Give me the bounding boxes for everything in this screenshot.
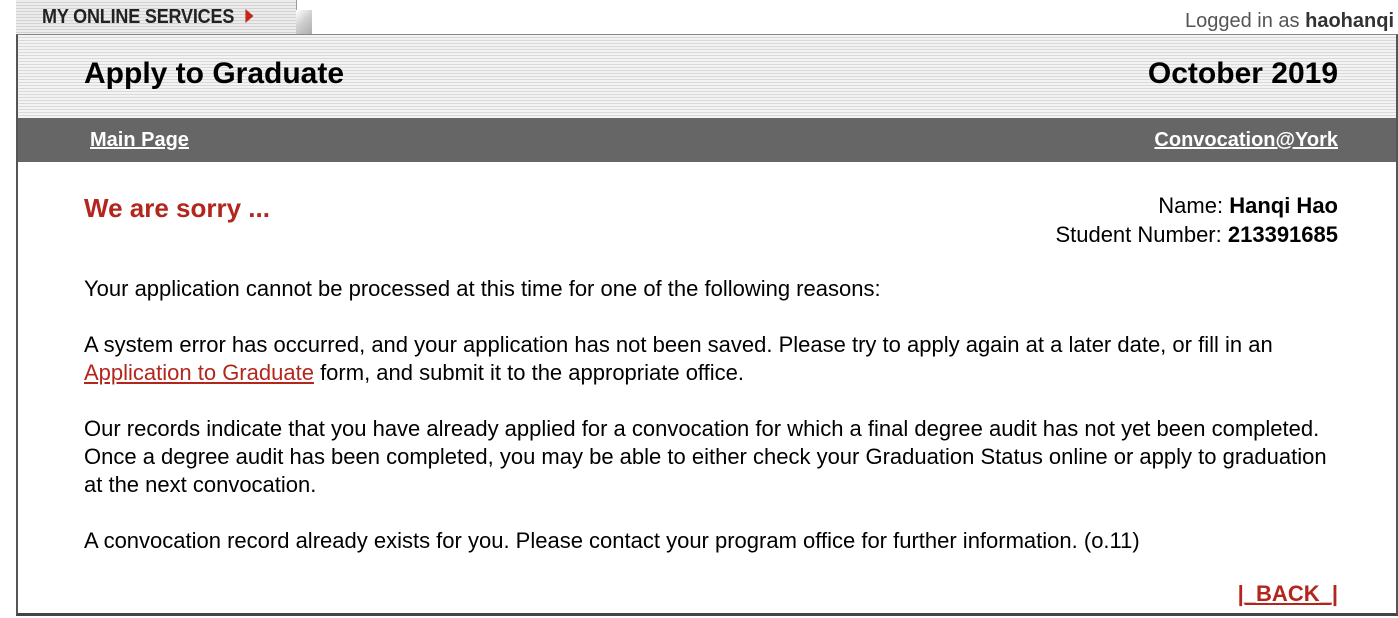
tab-fold-corner [296, 10, 312, 36]
back-link[interactable]: |_BACK_| [1238, 581, 1338, 607]
message-intro: Your application cannot be processed at … [84, 276, 881, 301]
student-name: Hanqi Hao [1229, 193, 1338, 218]
student-name-label: Name: [1158, 193, 1224, 218]
message-reason-system-error: A system error has occurred, and your ap… [84, 331, 1344, 387]
student-number-row: Student Number: 213391685 [1055, 220, 1338, 249]
reason1-text-before: A system error has occurred, and your ap… [84, 332, 1273, 357]
student-name-row: Name: Hanqi Hao [1055, 191, 1338, 220]
convocation-york-link[interactable]: Convocation@York [1154, 129, 1338, 152]
triangle-right-icon [244, 8, 254, 23]
student-info: Name: Hanqi Hao Student Number: 21339168… [1055, 191, 1338, 249]
page-date: October 2019 [1147, 57, 1338, 90]
message-reason-existing-record: A convocation record already exists for … [84, 528, 1140, 553]
main-panel: Apply to Graduate October 2019 Main Page… [16, 34, 1398, 616]
message-reason-pending-audit: Our records indicate that you have alrea… [84, 416, 1327, 497]
my-online-services-tab[interactable]: MY ONLINE SERVICES [16, 0, 312, 36]
application-to-graduate-link[interactable]: Application to Graduate [84, 360, 314, 385]
nav-bar: Main Page Convocation@York [18, 118, 1396, 162]
header-band: Apply to Graduate October 2019 [18, 35, 1396, 118]
error-heading: We are sorry ... [84, 193, 270, 223]
logged-in-username: haohanqi [1305, 10, 1394, 32]
tab-label: MY ONLINE SERVICES [42, 6, 235, 28]
page-title: Apply to Graduate [84, 57, 345, 90]
main-page-link[interactable]: Main Page [90, 129, 189, 152]
reason1-text-after: form, and submit it to the appropriate o… [320, 360, 744, 385]
student-number: 213391685 [1227, 222, 1338, 247]
student-number-label: Student Number: [1055, 222, 1222, 247]
logged-in-status: Logged in as haohanqi [1185, 10, 1394, 33]
logged-in-prefix: Logged in as [1185, 10, 1300, 32]
